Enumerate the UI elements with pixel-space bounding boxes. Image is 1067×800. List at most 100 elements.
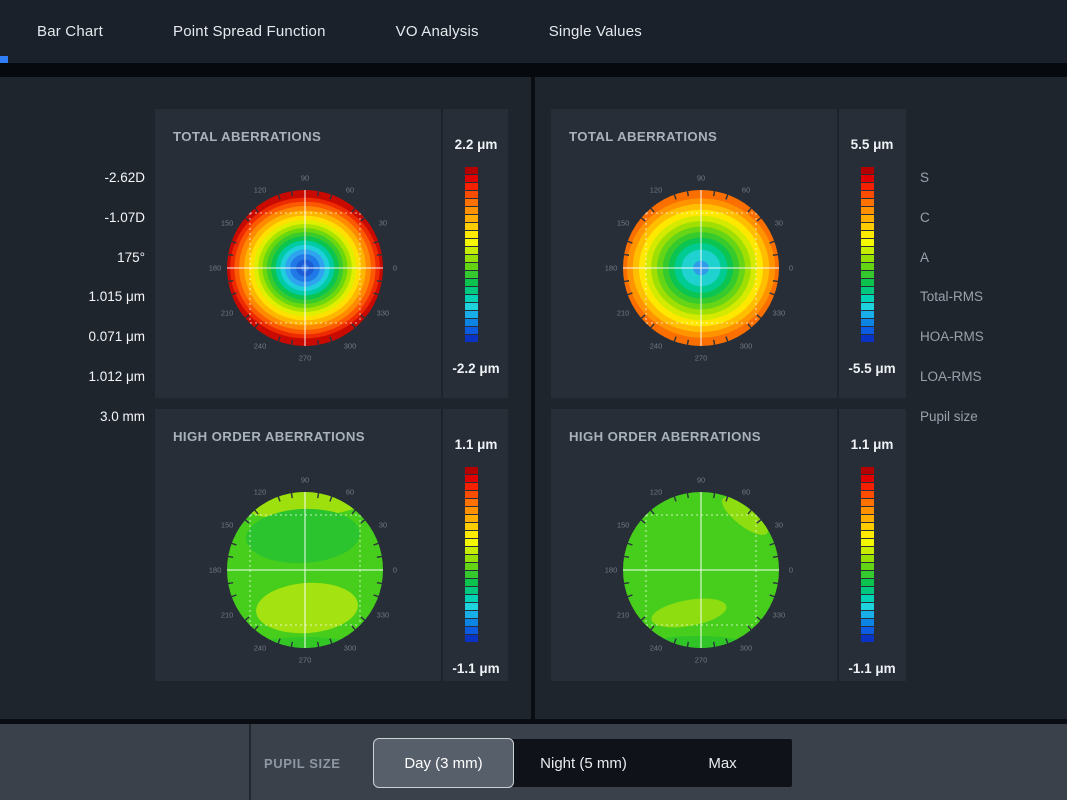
colorbar-segment	[465, 175, 478, 182]
angle-label-0: 0	[789, 264, 793, 273]
colorbar-segment	[465, 603, 478, 610]
colorbar-segment	[861, 311, 874, 318]
colorbar	[465, 167, 478, 343]
colorbar-segment	[465, 303, 478, 310]
angle-label-240: 240	[650, 643, 663, 652]
colorbar-segment	[861, 555, 874, 562]
colorbar-segment	[861, 199, 874, 206]
tab-point-spread-function[interactable]: Point Spread Function	[173, 23, 326, 40]
pupil-option-day-3-mm[interactable]: Day (3 mm)	[373, 738, 514, 788]
colorbar-segment	[861, 207, 874, 214]
colorbar-segment	[465, 271, 478, 278]
angle-label-30: 30	[775, 219, 783, 228]
measurement-value-s: -2.62D	[0, 170, 145, 185]
measurement-label-total-rms: Total-RMS	[920, 289, 983, 304]
tab-vo-analysis[interactable]: VO Analysis	[396, 23, 479, 40]
colorbar-segment	[465, 327, 478, 334]
scale-min-label: -1.1 μm	[443, 661, 509, 676]
angle-label-150: 150	[617, 219, 630, 228]
colorbar	[465, 467, 478, 643]
tab-bar: Bar Chart Point Spread Function VO Analysi…	[0, 0, 1067, 63]
colorbar-segment	[861, 531, 874, 538]
panel-total-aberrations-day: TOTAL ABERRATIONS2.2 μm-2.2 μm0306090120…	[155, 109, 508, 398]
colorbar-segment	[861, 603, 874, 610]
tab-bar-chart[interactable]: Bar Chart	[37, 23, 103, 40]
measurement-value-a: 175°	[0, 250, 145, 265]
scale-max-label: 1.1 μm	[443, 437, 509, 452]
angle-label-240: 240	[254, 643, 267, 652]
colorbar-segment	[861, 611, 874, 618]
colorbar-segment	[465, 531, 478, 538]
colorbar-segment	[861, 619, 874, 626]
accent-marker	[0, 56, 8, 63]
angle-label-90: 90	[301, 174, 309, 183]
aberration-map: 0306090120150180210240270300330	[601, 470, 801, 670]
colorbar-segment	[861, 255, 874, 262]
angle-label-180: 180	[209, 264, 222, 273]
colorbar-segment	[465, 563, 478, 570]
colorbar-segment	[465, 595, 478, 602]
panel-high-order-aberrations-night: HIGH ORDER ABERRATIONS1.1 μm-1.1 μm03060…	[551, 409, 906, 681]
pupil-option-max[interactable]: Max	[653, 739, 792, 787]
colorbar-segment	[465, 507, 478, 514]
colorbar-segment	[465, 207, 478, 214]
main-content: TOTAL ABERRATIONS2.2 μm-2.2 μm0306090120…	[0, 77, 1067, 719]
colorbar-segment	[465, 523, 478, 530]
angle-label-300: 300	[740, 341, 753, 350]
pupil-size-label: PUPIL SIZE	[264, 756, 341, 771]
colorbar-segment	[465, 319, 478, 326]
colorbar-segment	[465, 335, 478, 342]
colorbar-segment	[465, 491, 478, 498]
angle-label-90: 90	[301, 476, 309, 485]
colorbar-segment	[465, 199, 478, 206]
bottom-bar-divider	[249, 724, 251, 800]
colorbar-segment	[465, 239, 478, 246]
colorbar-segment	[861, 239, 874, 246]
colorbar-segment	[861, 287, 874, 294]
pupil-option-night-5-mm[interactable]: Night (5 mm)	[514, 739, 653, 787]
angle-label-330: 330	[773, 611, 786, 620]
colorbar-segment	[861, 191, 874, 198]
colorbar-segment	[861, 231, 874, 238]
colorbar-segment	[861, 523, 874, 530]
colorbar	[861, 467, 874, 643]
colorbar-segment	[861, 327, 874, 334]
colorbar-segment	[861, 635, 874, 642]
colorbar-segment	[465, 247, 478, 254]
angle-label-210: 210	[617, 611, 630, 620]
measurement-value-loa-rms: 1.012 μm	[0, 369, 145, 384]
colorbar-segment	[861, 271, 874, 278]
scale-min-label: -2.2 μm	[443, 361, 509, 376]
measurement-label-s: S	[920, 170, 929, 185]
colorbar-segment	[465, 635, 478, 642]
angle-label-210: 210	[221, 309, 234, 318]
colorbar-segment	[465, 539, 478, 546]
angle-label-270: 270	[299, 354, 312, 363]
colorbar-segment	[861, 499, 874, 506]
scale-min-label: -1.1 μm	[839, 661, 905, 676]
panel-title: TOTAL ABERRATIONS	[173, 129, 321, 144]
angle-label-0: 0	[393, 566, 397, 575]
colorbar-segment	[465, 311, 478, 318]
colorbar-segment	[861, 627, 874, 634]
angle-label-300: 300	[344, 341, 357, 350]
tab-single-values[interactable]: Single Values	[549, 23, 642, 40]
colorbar-segment	[465, 555, 478, 562]
colorbar-segment	[861, 279, 874, 286]
panel-title: HIGH ORDER ABERRATIONS	[569, 429, 761, 444]
angle-label-330: 330	[377, 309, 390, 318]
colorbar-segment	[861, 539, 874, 546]
angle-label-120: 120	[650, 488, 663, 497]
angle-label-60: 60	[346, 488, 354, 497]
angle-label-120: 120	[254, 186, 267, 195]
colorbar-segment	[861, 467, 874, 474]
colorbar-divider	[441, 109, 443, 398]
colorbar-segment	[465, 167, 478, 174]
pupil-size-segmented-control: Day (3 mm)Night (5 mm)Max	[373, 738, 793, 788]
colorbar-segment	[465, 627, 478, 634]
colorbar-segment	[861, 183, 874, 190]
angle-label-180: 180	[209, 566, 222, 575]
angle-label-60: 60	[742, 186, 750, 195]
colorbar-segment	[465, 467, 478, 474]
angle-label-0: 0	[789, 566, 793, 575]
